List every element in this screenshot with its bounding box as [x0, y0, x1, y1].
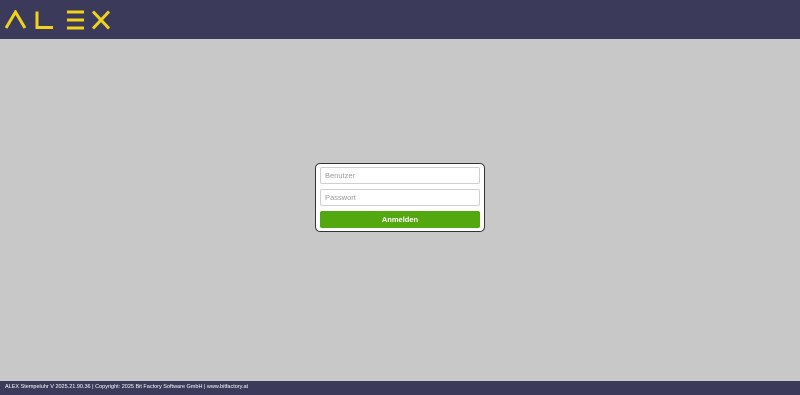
main-content: Anmelden	[0, 39, 800, 381]
username-input[interactable]	[320, 167, 480, 184]
footer-text: ALEX Stempeluhr V 2025.21.90.36 | Copyri…	[5, 384, 248, 390]
password-input[interactable]	[320, 189, 480, 206]
version-text: ALEX Stempeluhr V 2025.21.90.36	[5, 384, 91, 390]
alex-logo[interactable]	[5, 10, 111, 30]
alex-logo-icon	[5, 10, 111, 30]
website-link[interactable]: www.bitfactory.at	[207, 384, 248, 390]
footer-bar: ALEX Stempeluhr V 2025.21.90.36 | Copyri…	[0, 381, 800, 395]
header-bar	[0, 0, 800, 39]
login-form: Anmelden	[315, 163, 485, 232]
copyright-text: Copyright: 2025 Bit Factory Software Gmb…	[95, 384, 203, 390]
login-button[interactable]: Anmelden	[320, 211, 480, 228]
